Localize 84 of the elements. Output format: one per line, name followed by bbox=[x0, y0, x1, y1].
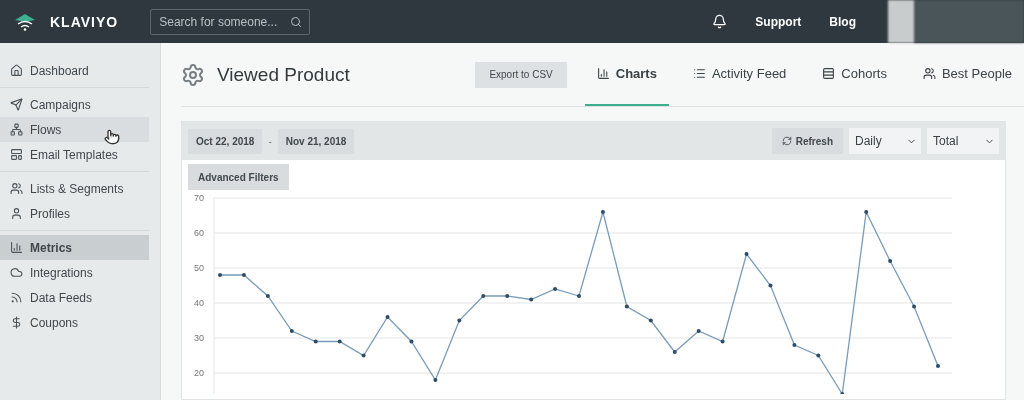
data-point bbox=[433, 378, 438, 382]
data-point bbox=[553, 287, 558, 291]
y-tick-label: 40 bbox=[194, 298, 204, 308]
tab[interactable]: Best People bbox=[910, 43, 1024, 106]
sidebar-item[interactable]: Profiles bbox=[0, 201, 149, 226]
refresh-icon bbox=[781, 136, 792, 146]
data-point bbox=[361, 353, 366, 358]
tab[interactable]: Charts bbox=[584, 43, 669, 106]
paper-plane-icon bbox=[10, 98, 23, 111]
data-point bbox=[744, 252, 749, 256]
sidebar-item[interactable]: Flows bbox=[0, 117, 149, 142]
refresh-button[interactable]: Refresh bbox=[771, 128, 843, 154]
users-icon bbox=[10, 182, 23, 195]
rows-icon bbox=[822, 67, 836, 80]
blurred-account-menu[interactable] bbox=[888, 0, 1024, 43]
bar-chart-icon bbox=[596, 67, 610, 80]
data-point bbox=[313, 339, 318, 344]
data-point bbox=[624, 304, 629, 309]
nav-link[interactable]: Support bbox=[755, 14, 802, 29]
data-point bbox=[816, 353, 821, 358]
end-date-field[interactable]: Nov 21, 2018 bbox=[277, 128, 355, 154]
data-point bbox=[577, 294, 581, 298]
sidebar-item[interactable]: Lists & Segments bbox=[0, 176, 149, 201]
dollar-icon bbox=[10, 316, 23, 329]
sidebar-item[interactable]: Data Feeds bbox=[0, 285, 149, 310]
data-point bbox=[888, 259, 893, 263]
y-tick-label: 30 bbox=[194, 333, 204, 343]
data-point bbox=[481, 294, 486, 298]
data-point bbox=[457, 318, 462, 323]
data-point bbox=[241, 273, 246, 277]
aggregate-dropdown[interactable]: Total bbox=[927, 128, 999, 154]
sidebar-item[interactable]: Campaigns bbox=[0, 92, 149, 117]
data-point bbox=[409, 339, 414, 344]
nav-link[interactable]: Blog bbox=[829, 14, 856, 29]
data-point bbox=[648, 318, 653, 323]
sidebar-item[interactable]: Integrations bbox=[0, 260, 149, 285]
data-point bbox=[337, 339, 342, 344]
data-point bbox=[600, 210, 605, 214]
data-point bbox=[218, 273, 222, 277]
data-point bbox=[912, 304, 917, 309]
cloud-icon bbox=[10, 266, 23, 279]
logo-icon bbox=[14, 12, 36, 31]
search-field[interactable]: Search for someone... bbox=[150, 8, 311, 35]
data-point bbox=[265, 294, 270, 298]
sidebar-item[interactable]: Metrics bbox=[0, 235, 149, 260]
interval-dropdown[interactable]: Daily bbox=[849, 128, 921, 154]
users-icon bbox=[922, 67, 936, 80]
advanced-filters-button[interactable]: Advanced Filters bbox=[188, 164, 289, 190]
notification-bell-icon[interactable] bbox=[712, 14, 728, 29]
sidebar-item[interactable]: Coupons bbox=[0, 310, 149, 335]
template-icon bbox=[10, 148, 23, 161]
data-point bbox=[720, 339, 725, 344]
y-tick-label: 60 bbox=[194, 228, 204, 238]
y-tick-label: 50 bbox=[194, 263, 204, 273]
tab[interactable]: Cohorts bbox=[810, 43, 899, 106]
pointer-cursor-icon bbox=[104, 129, 120, 145]
rss-icon bbox=[10, 291, 23, 304]
data-point bbox=[768, 283, 773, 288]
data-point bbox=[505, 294, 510, 298]
list-icon bbox=[692, 67, 706, 80]
sidebar-item[interactable]: Email Templates bbox=[0, 142, 149, 167]
page-title: Viewed Product bbox=[217, 63, 350, 86]
y-tick-label: 70 bbox=[194, 193, 204, 203]
date-separator: - bbox=[268, 135, 272, 147]
home-icon bbox=[10, 64, 23, 77]
data-point bbox=[696, 329, 701, 333]
data-point bbox=[289, 329, 294, 333]
gear-icon bbox=[181, 62, 205, 87]
y-tick-label: 20 bbox=[194, 368, 204, 378]
user-icon bbox=[10, 207, 23, 220]
data-point bbox=[864, 210, 869, 214]
tab[interactable]: Activity Feed bbox=[680, 43, 799, 106]
search-icon bbox=[290, 15, 303, 28]
data-point bbox=[529, 297, 534, 302]
logo-text: KLAVIYO bbox=[50, 13, 119, 30]
data-point bbox=[936, 364, 940, 368]
flow-icon bbox=[10, 123, 23, 136]
sidebar-item[interactable]: Dashboard bbox=[0, 58, 149, 83]
data-point bbox=[672, 350, 677, 354]
bar-chart-icon bbox=[10, 241, 23, 254]
data-point bbox=[385, 315, 390, 319]
data-point bbox=[792, 343, 797, 347]
start-date-field[interactable]: Oct 22, 2018 bbox=[188, 128, 263, 154]
export-button[interactable]: Export to CSV bbox=[475, 61, 567, 88]
